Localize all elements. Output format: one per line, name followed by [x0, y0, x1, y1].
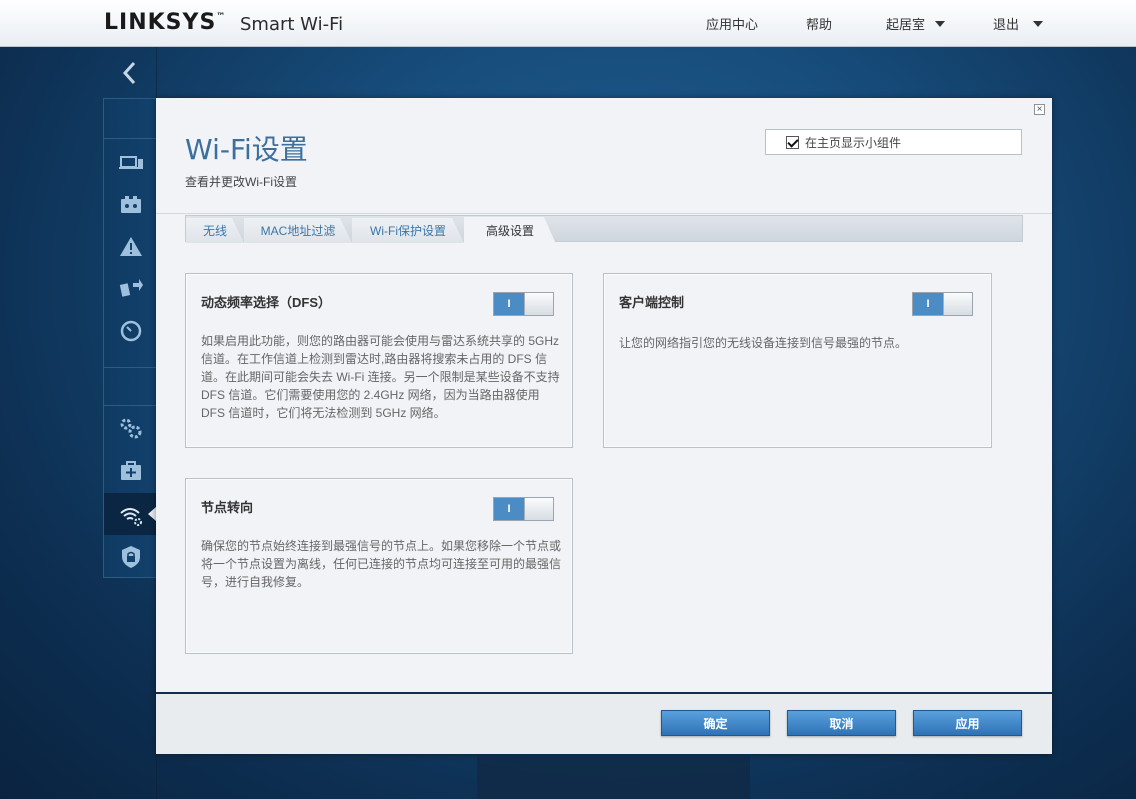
node-steering-toggle[interactable]: I	[493, 497, 554, 521]
location-label: 起居室	[886, 17, 926, 32]
wifi-settings-panel: × Wi-Fi设置 查看并更改Wi-Fi设置 在主页显示小组件 无线 MAC地址…	[156, 98, 1052, 754]
parental-controls-icon[interactable]	[117, 233, 145, 261]
dfs-toggle[interactable]: I	[493, 292, 554, 316]
media-prioritization-icon[interactable]	[117, 275, 145, 303]
page-subtitle: 查看并更改Wi-Fi设置	[185, 175, 297, 189]
header-divider	[156, 213, 1052, 214]
tab-wps[interactable]: Wi-Fi保护设置	[352, 218, 464, 243]
linksys-logo: LINKSYS™	[104, 10, 227, 35]
cancel-button[interactable]: 取消	[787, 710, 896, 736]
security-shield-icon[interactable]	[117, 543, 145, 571]
back-arrow-icon[interactable]	[118, 58, 142, 88]
sidebar-pointer	[148, 507, 156, 521]
node-steering-card: 节点转向 I 确保您的节点始终连接到最强信号的节点上。如果您移除一个节点或 将一…	[185, 478, 573, 654]
tab-bar: 无线 MAC地址过滤 Wi-Fi保护设置 高级设置	[185, 215, 1023, 242]
chevron-down-icon	[1033, 20, 1044, 27]
nav-app-center[interactable]: 应用中心	[706, 14, 758, 33]
close-icon[interactable]: ×	[1034, 104, 1045, 115]
sidebar-divider	[104, 367, 157, 368]
dfs-title: 动态频率选择（DFS）	[201, 295, 332, 310]
toggle-on-label: I	[913, 293, 943, 315]
client-steering-toggle[interactable]: I	[912, 292, 973, 316]
tab-wireless[interactable]: 无线	[186, 218, 244, 243]
nav-logout-dropdown[interactable]: 退出	[993, 14, 1044, 33]
logo-subtitle: Smart Wi-Fi	[240, 14, 344, 35]
network-devices-icon[interactable]	[117, 149, 145, 177]
troubleshooting-icon[interactable]	[117, 457, 145, 485]
client-steering-description: 让您的网络指引您的无线设备连接到信号最强的节点。	[619, 336, 908, 350]
chevron-down-icon	[935, 20, 946, 27]
nav-location-dropdown[interactable]: 起居室	[886, 14, 946, 33]
tab-advanced[interactable]: 高级设置	[464, 217, 556, 244]
guest-access-icon[interactable]	[117, 191, 145, 219]
node-steering-description: 确保您的节点始终连接到最强信号的节点上。如果您移除一个节点或 将一个节点设置为离…	[201, 539, 562, 589]
nav-help[interactable]: 帮助	[806, 14, 832, 33]
show-widget-option: 在主页显示小组件	[765, 129, 1022, 155]
footer-bar: 确定 取消 应用	[156, 694, 1052, 754]
client-steering-card: 客户端控制 I 让您的网络指引您的无线设备连接到信号最强的节点。	[603, 273, 992, 448]
sidebar-divider	[104, 138, 157, 139]
connectivity-settings-icon[interactable]	[117, 415, 145, 443]
top-header: LINKSYS™ Smart Wi-Fi 应用中心 帮助 起居室 退出	[0, 0, 1136, 47]
sidebar	[103, 98, 157, 578]
apply-button[interactable]: 应用	[913, 710, 1022, 736]
dfs-card: 动态频率选择（DFS） I 如果启用此功能，则您的路由器可能会使用与雷达系统共享…	[185, 273, 573, 448]
client-steering-title: 客户端控制	[619, 295, 685, 310]
toggle-on-label: I	[494, 293, 524, 315]
ok-button[interactable]: 确定	[661, 710, 770, 736]
show-widget-label: 在主页显示小组件	[805, 135, 902, 150]
toggle-knob	[524, 293, 553, 315]
show-widget-checkbox[interactable]	[786, 135, 799, 149]
dfs-description: 如果启用此功能，则您的路由器可能会使用与雷达系统共享的 5GHz 信道。在工作信…	[201, 334, 560, 420]
speed-test-icon[interactable]	[117, 317, 145, 345]
toggle-knob	[943, 293, 972, 315]
background-widget-strip	[477, 755, 750, 799]
toggle-on-label: I	[494, 498, 524, 520]
node-steering-title: 节点转向	[201, 500, 254, 515]
page-title: Wi-Fi设置	[185, 133, 308, 166]
tab-mac-filtering[interactable]: MAC地址过滤	[244, 218, 352, 243]
sidebar-divider	[104, 405, 157, 406]
wifi-settings-icon[interactable]	[117, 501, 145, 529]
logout-label: 退出	[993, 17, 1020, 32]
toggle-knob	[524, 498, 553, 520]
